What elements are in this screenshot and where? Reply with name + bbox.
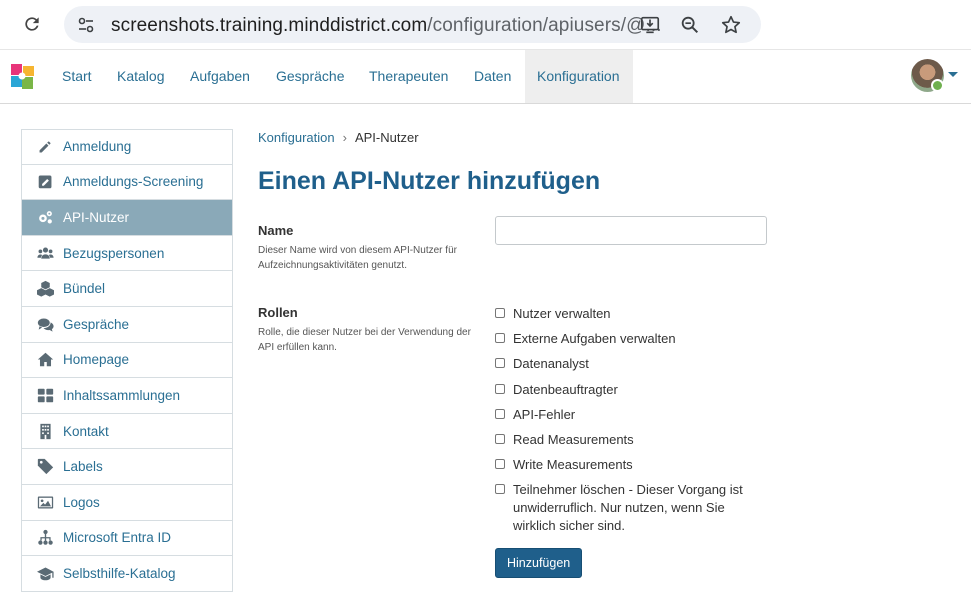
sidebar-item-label: Anmeldungs-Screening bbox=[63, 174, 204, 190]
role-option-datenbeauftragter[interactable]: Datenbeauftragter bbox=[495, 381, 618, 399]
role-label: Datenbeauftragter bbox=[513, 382, 618, 397]
role-checkbox[interactable] bbox=[495, 333, 505, 343]
graduation-cap-icon bbox=[36, 564, 54, 582]
role-option-datenanalyst[interactable]: Datenanalyst bbox=[495, 355, 589, 373]
chevron-down-icon[interactable] bbox=[948, 72, 958, 77]
users-icon bbox=[36, 244, 54, 262]
name-input[interactable] bbox=[495, 216, 767, 245]
nav-konfiguration[interactable]: Konfiguration bbox=[525, 50, 633, 103]
site-settings-icon[interactable] bbox=[76, 15, 96, 35]
sidebar-item-kontakt[interactable]: Kontakt bbox=[21, 413, 233, 450]
name-help-text: Dieser Name wird von diesem API-Nutzer f… bbox=[258, 245, 457, 271]
role-checkbox[interactable] bbox=[495, 358, 505, 368]
tag-icon bbox=[36, 458, 54, 476]
sidebar-item-label: Inhaltssammlungen bbox=[63, 387, 181, 403]
minddistrict-logo[interactable] bbox=[10, 63, 36, 91]
sidebar-item-api-nutzer[interactable]: API-Nutzer bbox=[21, 200, 233, 236]
sidebar-item-label: Bündel bbox=[63, 281, 106, 297]
address-bar[interactable]: screenshots.training.minddistrict.com/co… bbox=[64, 6, 761, 43]
sidebar-item-label: Selbsthilfe-Katalog bbox=[63, 565, 176, 581]
role-checkbox[interactable] bbox=[495, 484, 505, 494]
breadcrumb-separator-icon: › bbox=[342, 130, 347, 145]
role-label: API-Fehler bbox=[513, 407, 576, 422]
pencil-icon bbox=[36, 138, 54, 156]
sidebar-item-selbsthilfe-katalog[interactable]: Selbsthilfe-Katalog bbox=[21, 556, 233, 592]
sidebar-item-microsoft-entra-id[interactable]: Microsoft Entra ID bbox=[21, 520, 233, 557]
sidebar-item-label: Logos bbox=[63, 494, 100, 510]
role-checkbox[interactable] bbox=[495, 434, 505, 444]
gears-icon bbox=[36, 208, 54, 226]
edit-square-icon bbox=[36, 173, 54, 191]
role-checkbox[interactable] bbox=[495, 409, 505, 419]
zoom-icon[interactable] bbox=[679, 14, 701, 36]
sidebar-item-label: Homepage bbox=[63, 352, 130, 368]
url-host: screenshots.training.minddistrict.com bbox=[111, 15, 428, 36]
configuration-sidebar: Anmeldung Anmeldungs-Screening API-Nutze… bbox=[21, 129, 233, 592]
page-title: Einen API-Nutzer hinzufügen bbox=[258, 167, 601, 195]
role-label: Nutzer verwalten bbox=[513, 306, 611, 321]
sidebar-item-gespraeche[interactable]: Gespräche bbox=[21, 306, 233, 343]
sidebar-item-label: Gespräche bbox=[63, 316, 130, 332]
sidebar-item-label: Labels bbox=[63, 459, 103, 475]
role-label: Read Measurements bbox=[513, 432, 634, 447]
roles-label: Rollen bbox=[258, 305, 298, 320]
image-icon bbox=[36, 493, 54, 511]
sidebar-item-homepage[interactable]: Homepage bbox=[21, 342, 233, 379]
cubes-icon bbox=[36, 280, 54, 298]
sidebar-item-labels[interactable]: Labels bbox=[21, 449, 233, 485]
role-option-nutzer-verwalten[interactable]: Nutzer verwalten bbox=[495, 305, 611, 323]
role-label: Teilnehmer löschen - Dieser Vorgang ist … bbox=[513, 482, 743, 533]
nav-aufgaben[interactable]: Aufgaben bbox=[178, 50, 262, 103]
building-icon bbox=[36, 422, 54, 440]
sidebar-item-logos[interactable]: Logos bbox=[21, 484, 233, 521]
sidebar-item-buendel[interactable]: Bündel bbox=[21, 271, 233, 307]
role-label: Write Measurements bbox=[513, 457, 633, 472]
role-label: Datenanalyst bbox=[513, 356, 589, 371]
sidebar-item-anmeldung[interactable]: Anmeldung bbox=[21, 129, 233, 165]
reload-icon[interactable] bbox=[20, 12, 44, 36]
url-text[interactable]: screenshots.training.minddistrict.com/co… bbox=[111, 15, 662, 37]
role-checkbox[interactable] bbox=[495, 459, 505, 469]
breadcrumb: Konfiguration › API-Nutzer bbox=[258, 130, 419, 145]
nav-gespraeche[interactable]: Gespräche bbox=[264, 50, 356, 103]
name-label: Name bbox=[258, 223, 294, 238]
sidebar-item-anmeldungs-screening[interactable]: Anmeldungs-Screening bbox=[21, 164, 233, 201]
roles-help-text: Rolle, die dieser Nutzer bei der Verwend… bbox=[258, 327, 471, 353]
role-checkbox[interactable] bbox=[495, 308, 505, 318]
sidebar-item-bezugspersonen[interactable]: Bezugspersonen bbox=[21, 235, 233, 272]
sidebar-item-label: Microsoft Entra ID bbox=[63, 530, 172, 546]
role-option-read-measurements[interactable]: Read Measurements bbox=[495, 431, 634, 449]
nav-therapeuten[interactable]: Therapeuten bbox=[357, 50, 460, 103]
role-option-api-fehler[interactable]: API-Fehler bbox=[495, 406, 575, 424]
bookmark-star-icon[interactable] bbox=[720, 14, 742, 36]
breadcrumb-current: API-Nutzer bbox=[354, 130, 419, 145]
install-app-icon[interactable] bbox=[639, 14, 661, 36]
main-navigation: Start Katalog Aufgaben Gespräche Therape… bbox=[0, 50, 971, 104]
role-option-write-measurements[interactable]: Write Measurements bbox=[495, 456, 633, 474]
nav-katalog[interactable]: Katalog bbox=[105, 50, 176, 103]
sidebar-item-label: Kontakt bbox=[63, 423, 109, 439]
browser-toolbar: screenshots.training.minddistrict.com/co… bbox=[0, 0, 971, 50]
comments-icon bbox=[36, 315, 54, 333]
sitemap-icon bbox=[36, 529, 54, 547]
home-icon bbox=[36, 351, 54, 369]
sidebar-item-label: API-Nutzer bbox=[63, 209, 130, 225]
sidebar-item-label: Bezugspersonen bbox=[63, 245, 165, 261]
add-api-user-button[interactable]: Hinzufügen bbox=[495, 548, 583, 578]
url-path: /configuration/apiusers/@... bbox=[427, 15, 662, 36]
nav-start[interactable]: Start bbox=[50, 50, 104, 103]
role-checkbox[interactable] bbox=[495, 384, 505, 394]
sidebar-item-inhaltssammlungen[interactable]: Inhaltssammlungen bbox=[21, 378, 233, 414]
nav-daten[interactable]: Daten bbox=[462, 50, 523, 103]
role-option-teilnehmer-loeschen[interactable]: Teilnehmer löschen - Dieser Vorgang ist … bbox=[495, 481, 750, 535]
breadcrumb-konfiguration[interactable]: Konfiguration bbox=[258, 130, 335, 145]
role-label: Externe Aufgaben verwalten bbox=[513, 331, 676, 346]
role-option-externe-aufgaben-verwalten[interactable]: Externe Aufgaben verwalten bbox=[495, 330, 676, 348]
grid-icon bbox=[36, 386, 54, 404]
online-status-icon bbox=[931, 79, 944, 92]
sidebar-item-label: Anmeldung bbox=[63, 139, 132, 155]
